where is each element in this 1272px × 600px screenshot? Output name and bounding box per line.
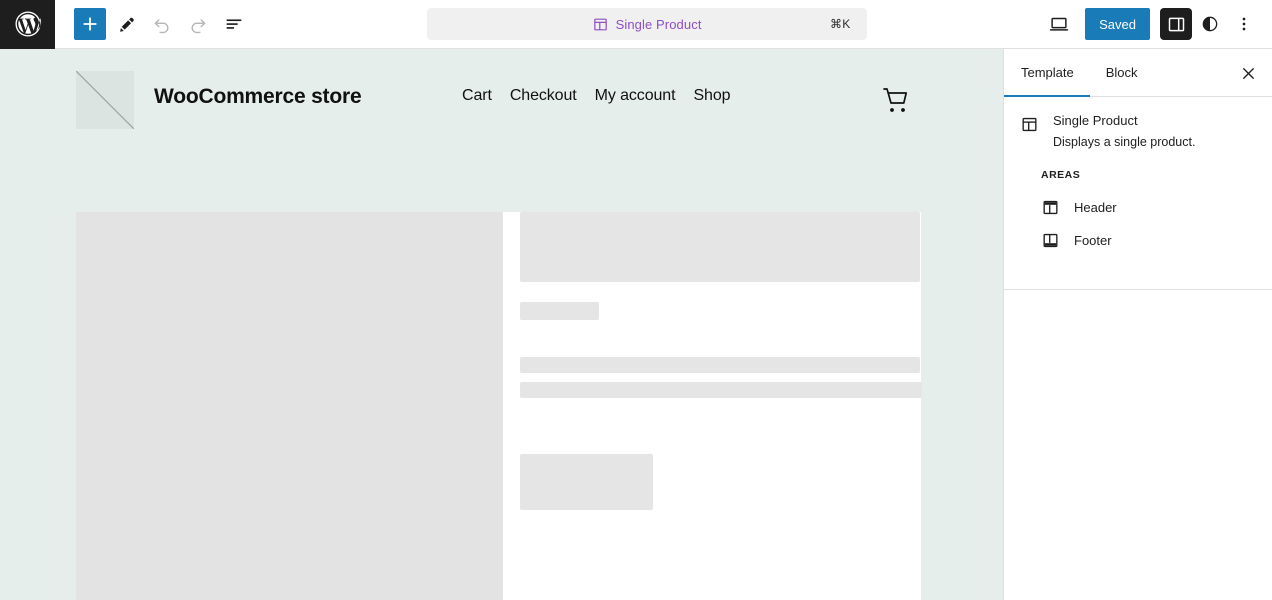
areas-list: Header Footer xyxy=(1004,191,1272,257)
nav-item-my-account[interactable]: My account xyxy=(595,87,676,105)
styles-button[interactable] xyxy=(1194,8,1226,40)
template-summary-row: Single Product Displays a single product… xyxy=(1020,113,1256,149)
site-navigation[interactable]: Cart Checkout My account Shop xyxy=(462,87,731,105)
list-view-button[interactable] xyxy=(218,8,250,40)
area-label-footer: Footer xyxy=(1074,233,1112,248)
template-summary-text: Single Product Displays a single product… xyxy=(1053,113,1195,149)
wordpress-logo-button[interactable] xyxy=(0,0,55,49)
editor-toolbar: Single Product ⌘K Saved xyxy=(0,0,1272,49)
site-editor-app: Single Product ⌘K Saved WooCommerce stor… xyxy=(0,0,1272,600)
undo-button[interactable] xyxy=(146,8,178,40)
nav-item-checkout[interactable]: Checkout xyxy=(510,87,577,105)
areas-section-label: Areas xyxy=(1041,169,1081,181)
nav-item-cart[interactable]: Cart xyxy=(462,87,492,105)
block-inserter-button[interactable] xyxy=(74,8,106,40)
editor-body: WooCommerce store Cart Checkout My accou… xyxy=(0,49,1272,600)
product-title-skeleton xyxy=(520,302,599,320)
area-item-footer[interactable]: Footer xyxy=(1004,224,1272,257)
footer-area-icon xyxy=(1041,231,1060,250)
area-item-header[interactable]: Header xyxy=(1004,191,1272,224)
close-sidebar-button[interactable] xyxy=(1232,57,1264,89)
command-bar-title: Single Product xyxy=(615,16,702,32)
product-details-card[interactable] xyxy=(503,212,922,600)
sidebar-tabs: Template Block xyxy=(1004,49,1272,97)
template-description: Displays a single product. xyxy=(1053,135,1196,149)
toolbar-left-tools xyxy=(55,8,250,40)
tab-block[interactable]: Block xyxy=(1090,49,1154,96)
add-to-cart-skeleton xyxy=(520,454,653,510)
area-label-header: Header xyxy=(1074,200,1117,215)
shopping-cart-icon[interactable] xyxy=(878,85,912,117)
settings-sidebar-toggle-button[interactable] xyxy=(1160,8,1192,40)
wordpress-logo-icon xyxy=(13,9,43,39)
settings-sidebar: Template Block Single Product Displays a… xyxy=(1003,49,1272,600)
template-name: Single Product xyxy=(1053,113,1138,128)
site-logo-placeholder[interactable] xyxy=(76,71,134,129)
header-area-icon xyxy=(1041,198,1060,217)
more-options-button[interactable] xyxy=(1228,8,1260,40)
command-bar-inner: Single Product xyxy=(427,16,867,33)
edit-tool-button[interactable] xyxy=(110,8,142,40)
editor-canvas[interactable]: WooCommerce store Cart Checkout My accou… xyxy=(0,49,1003,600)
toolbar-center: Single Product ⌘K xyxy=(250,8,1043,40)
product-image-placeholder[interactable] xyxy=(76,212,503,600)
site-title[interactable]: WooCommerce store xyxy=(154,85,362,109)
command-bar[interactable]: Single Product ⌘K xyxy=(426,8,867,40)
template-layout-icon xyxy=(1020,113,1039,134)
desktop-preview-button[interactable] xyxy=(1043,8,1075,40)
template-info-section: Single Product Displays a single product… xyxy=(1004,97,1272,149)
product-text-line-1-skeleton xyxy=(520,357,920,373)
toolbar-right-tools: Saved xyxy=(1043,8,1272,40)
save-button[interactable]: Saved xyxy=(1085,8,1150,40)
single-product-template-content xyxy=(0,154,1003,600)
sidebar-divider xyxy=(1004,289,1272,290)
nav-item-shop[interactable]: Shop xyxy=(693,87,730,105)
site-header-block[interactable]: WooCommerce store Cart Checkout My accou… xyxy=(0,49,1003,154)
command-bar-shortcut: ⌘K xyxy=(829,17,851,31)
product-gallery-skeleton xyxy=(520,212,920,282)
product-text-line-2-skeleton xyxy=(520,382,922,398)
template-layout-icon xyxy=(592,16,609,33)
redo-button[interactable] xyxy=(182,8,214,40)
tab-template[interactable]: Template xyxy=(1004,49,1090,97)
